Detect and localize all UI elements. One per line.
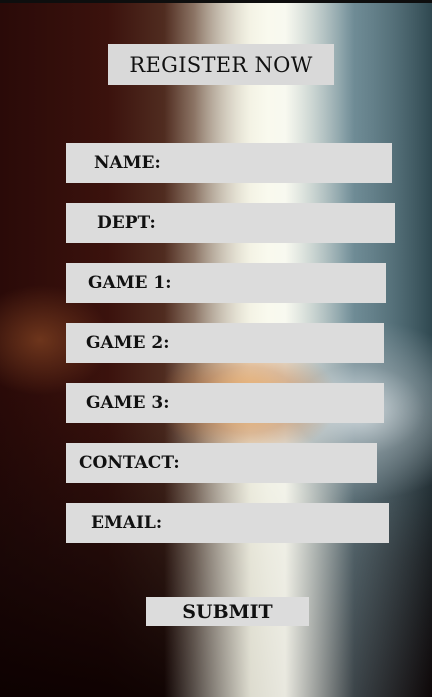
submit-button[interactable]: SUBMIT: [146, 597, 309, 626]
game2-field[interactable]: GAME 2:: [66, 323, 384, 363]
dept-label: DEPT:: [97, 213, 156, 233]
name-label: NAME:: [94, 153, 161, 173]
register-title: REGISTER NOW: [108, 44, 334, 85]
contact-field[interactable]: CONTACT:: [66, 443, 377, 483]
contact-label: CONTACT:: [79, 453, 180, 473]
game2-label: GAME 2:: [86, 333, 170, 353]
register-title-text: REGISTER NOW: [129, 52, 313, 77]
dept-field[interactable]: DEPT:: [66, 203, 395, 243]
game1-field[interactable]: GAME 1:: [66, 263, 386, 303]
game3-label: GAME 3:: [86, 393, 170, 413]
top-border: [0, 0, 432, 3]
game3-field[interactable]: GAME 3:: [66, 383, 384, 423]
game1-label: GAME 1:: [88, 273, 172, 293]
email-field[interactable]: EMAIL:: [66, 503, 389, 543]
email-label: EMAIL:: [91, 513, 163, 533]
name-field[interactable]: NAME:: [66, 143, 392, 183]
